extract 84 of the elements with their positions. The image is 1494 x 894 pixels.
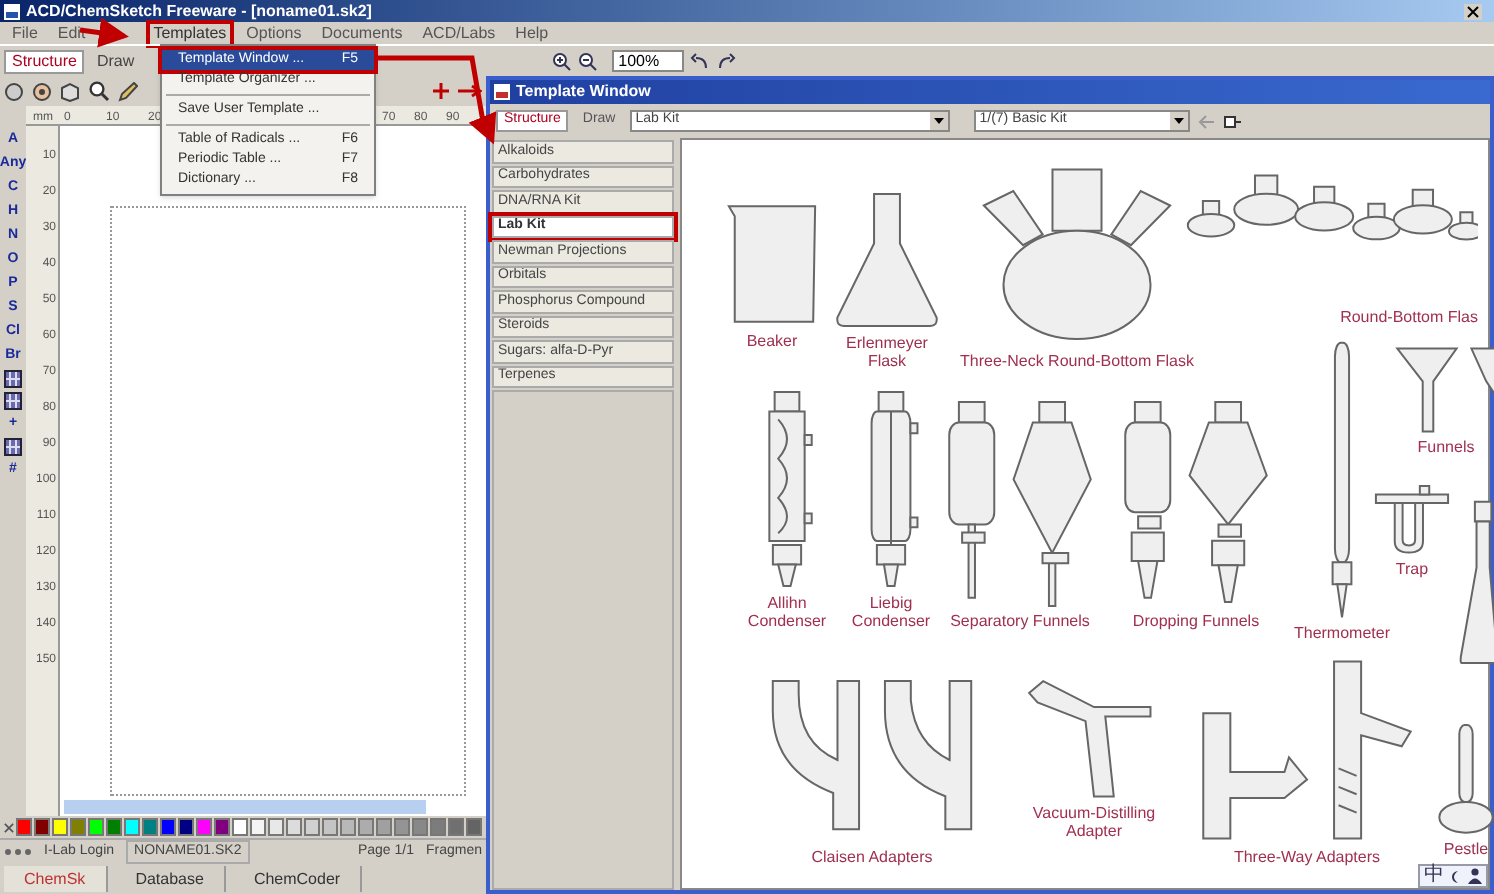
app-icon [494, 84, 510, 100]
menu-item[interactable]: Options [242, 23, 306, 43]
erlenmeyer-drawing[interactable] [832, 190, 942, 330]
template-label: Three-Way Adapters [1233, 848, 1381, 866]
horizontal-scrollbar[interactable] [64, 800, 426, 814]
template-label: Round-Bottom Flas [1340, 308, 1478, 326]
color-swatch[interactable] [88, 818, 104, 836]
template-label: Vacuum-Distilling Adapter [1030, 804, 1158, 840]
menu-item[interactable]: File [8, 23, 42, 43]
grid-icon[interactable] [4, 438, 22, 456]
menu-item[interactable]: Templates [149, 23, 231, 43]
annotation-arrow [378, 55, 497, 145]
template-label: Thermometer [1293, 624, 1390, 642]
mode-tab[interactable]: Draw [90, 49, 141, 73]
color-swatch[interactable] [232, 818, 248, 836]
arrow-icon[interactable] [458, 82, 482, 100]
dropdown-arrow-icon [1169, 112, 1188, 130]
color-swatch[interactable] [376, 818, 392, 836]
person-icon [1468, 868, 1482, 884]
template-label: Three-Neck Round-Bottom Flask [960, 352, 1194, 370]
window-title: ACD/ChemSketch Freeware - [noname01.sk2] [26, 3, 372, 19]
ime-toolbar[interactable]: 中 [1418, 864, 1488, 888]
color-swatch[interactable] [358, 818, 374, 836]
menu-item[interactable]: Documents [317, 23, 407, 43]
color-swatch[interactable] [142, 818, 158, 836]
color-swatch[interactable] [448, 818, 464, 836]
template-label: Separatory Funnels [950, 612, 1090, 630]
zoom-field[interactable]: 100% [612, 50, 685, 72]
close-icon[interactable] [1464, 3, 1482, 19]
color-swatch[interactable] [52, 818, 68, 836]
color-swatch[interactable] [268, 818, 284, 836]
color-swatch[interactable] [322, 818, 338, 836]
template-label: Beaker [746, 332, 798, 350]
beaker-drawing[interactable] [722, 200, 822, 328]
pencil-icon[interactable] [118, 81, 138, 101]
color-swatch[interactable] [34, 818, 50, 836]
color-swatch[interactable] [340, 818, 356, 836]
plus-icon[interactable] [432, 82, 450, 100]
trap-drawing[interactable] [1372, 484, 1452, 556]
funnel-drawing[interactable] [1392, 346, 1494, 434]
color-swatch[interactable] [16, 818, 32, 836]
dropdown-arrow-icon [929, 112, 948, 130]
color-swatch[interactable] [124, 818, 140, 836]
grid-icon[interactable] [4, 392, 22, 410]
undo-icon[interactable] [690, 51, 711, 71]
color-swatch[interactable] [466, 818, 482, 836]
template-label: Dropping Funnels [1132, 612, 1260, 630]
color-swatch[interactable] [286, 818, 302, 836]
menu-item[interactable]: Help [511, 23, 553, 43]
template-label: Liebig Condenser [849, 594, 933, 630]
mode-tab[interactable]: Structure [4, 49, 85, 73]
grid-icon[interactable] [4, 370, 22, 388]
app-icon [4, 3, 20, 19]
large-flask-drawing[interactable] [1458, 500, 1494, 668]
color-swatch[interactable] [70, 818, 86, 836]
color-swatch[interactable] [412, 818, 428, 836]
menu-item[interactable]: ACD/Labs [418, 23, 500, 43]
color-swatch[interactable] [430, 818, 446, 836]
color-swatch[interactable] [394, 818, 410, 836]
app-tab[interactable]: Database [115, 866, 226, 892]
color-swatch[interactable] [106, 818, 122, 836]
color-swatch[interactable] [214, 818, 230, 836]
template-label: Erlenmeyer Flask [844, 334, 930, 370]
dots-icon [4, 848, 32, 856]
zoom-out-icon[interactable] [578, 51, 599, 71]
moon-icon [1450, 869, 1462, 883]
zoom-in-icon[interactable] [552, 51, 573, 71]
color-swatch[interactable] [160, 818, 176, 836]
color-swatch[interactable] [304, 818, 320, 836]
color-swatch[interactable] [250, 818, 266, 836]
window-title: Template Window [516, 84, 651, 100]
template-label: Trap [1395, 560, 1429, 578]
template-label: Pestle [1443, 840, 1489, 858]
template-label: Allihn Condenser [745, 594, 829, 630]
ime-label: 中 [1424, 866, 1444, 886]
color-swatch[interactable] [196, 818, 212, 836]
redo-icon[interactable] [716, 51, 737, 71]
color-swatch[interactable] [178, 818, 194, 836]
pestle-drawing[interactable] [1432, 724, 1494, 836]
template-label: Claisen Adapters [811, 848, 933, 866]
app-tab[interactable]: ChemCoder [233, 866, 363, 892]
search-icon[interactable] [88, 80, 110, 102]
app-tab[interactable]: ChemSk [4, 866, 108, 892]
template-label: Funnels [1417, 438, 1475, 456]
